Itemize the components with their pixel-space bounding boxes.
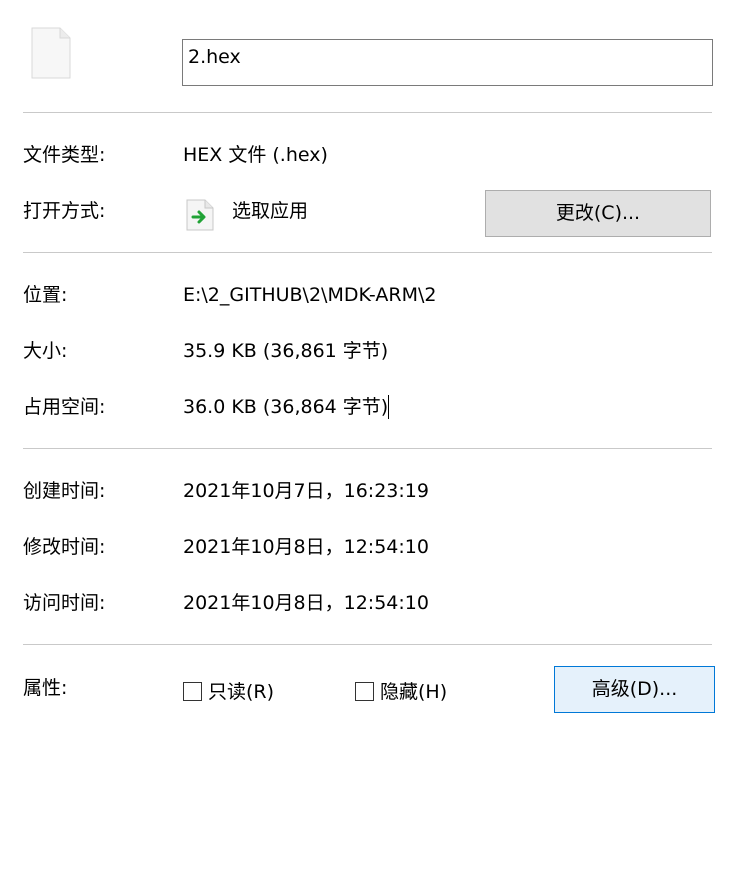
location-value: E:\2_GITHUB\2\MDK-ARM\2 [183,284,437,306]
created-value: 2021年10月7日，16:23:19 [183,480,429,502]
size-on-disk-row: 36.0 KB (36,864 字节) [183,395,390,419]
separator [23,448,712,449]
size-on-disk-value: 36.0 KB (36,864 字节) [183,396,389,418]
size-label: 大小: [23,340,68,362]
separator [23,644,712,645]
size-on-disk-label: 占用空间: [23,396,106,418]
separator [23,112,712,113]
open-with-arrow-icon [186,199,214,236]
change-button[interactable]: 更改(C)... [485,190,711,237]
size-value: 35.9 KB (36,861 字节) [183,340,389,362]
accessed-label: 访问时间: [23,592,106,614]
readonly-checkbox[interactable] [183,682,202,701]
file-name-input[interactable]: 2.hex [182,39,713,86]
open-with-app: 选取应用 [232,200,309,222]
modified-value: 2021年10月8日，12:54:10 [183,536,429,558]
advanced-button[interactable]: 高级(D)... [554,666,715,713]
blank-file-icon [31,27,71,84]
modified-label: 修改时间: [23,536,106,558]
created-label: 创建时间: [23,480,106,502]
location-label: 位置: [23,284,68,306]
separator [23,252,712,253]
attributes-label: 属性: [23,677,68,699]
file-name-value: 2.hex [188,46,241,68]
accessed-value: 2021年10月8日，12:54:10 [183,592,429,614]
readonly-checkbox-label[interactable]: 只读(R) [208,680,274,704]
hidden-checkbox-label[interactable]: 隐藏(H) [380,680,447,704]
text-cursor [388,395,390,419]
open-with-label: 打开方式: [23,200,106,222]
file-type-label: 文件类型: [23,144,106,166]
hidden-checkbox[interactable] [355,682,374,701]
file-type-value: HEX 文件 (.hex) [183,144,328,166]
